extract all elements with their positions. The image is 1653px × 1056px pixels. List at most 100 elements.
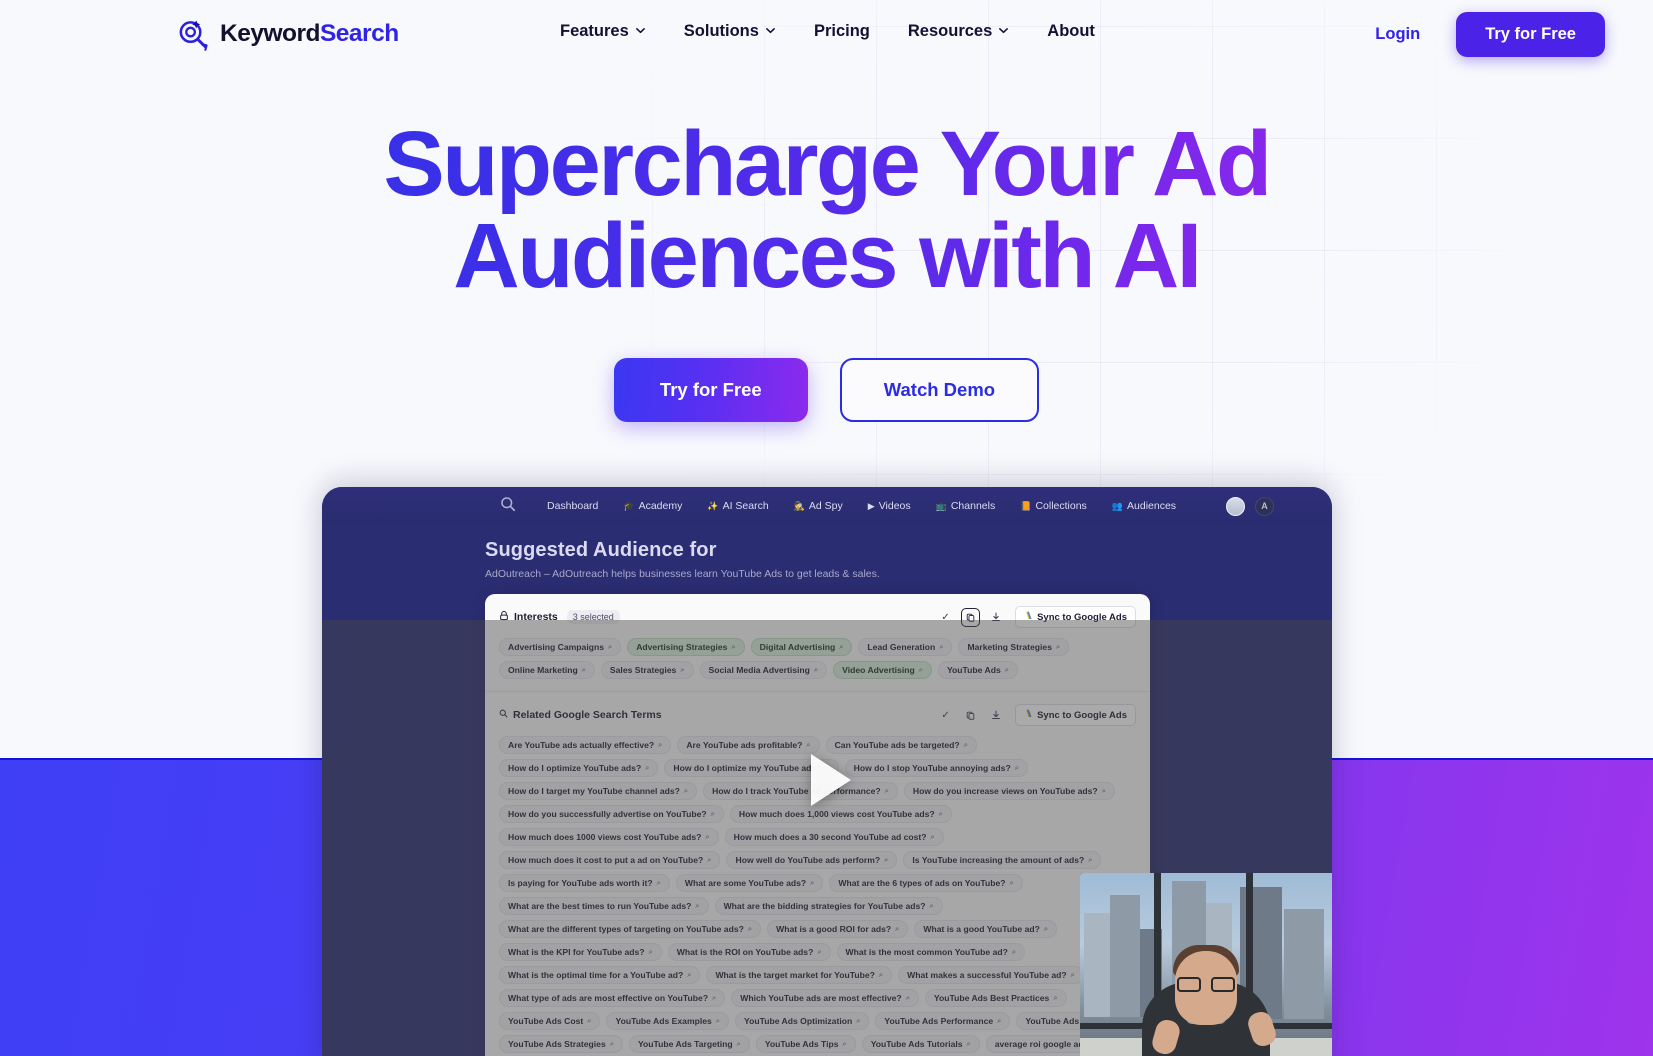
search-term-tag[interactable]: What are the bidding strategies for YouT… — [714, 897, 943, 915]
product-demo-video[interactable]: Dashboard 🎓 Academy ✨ AI Search 🕵 Ad Spy… — [322, 487, 1332, 1056]
search-icon[interactable]: ⌕ — [695, 901, 699, 911]
app-nav-collections[interactable]: 📙 Collections — [1020, 500, 1087, 512]
copy-icon[interactable] — [961, 607, 981, 627]
search-term-tag[interactable]: How do you increase views on YouTube ads… — [903, 782, 1115, 800]
try-for-free-hero-button[interactable]: Try for Free — [613, 358, 808, 422]
search-icon[interactable]: ⌕ — [712, 993, 716, 1003]
search-term-tag[interactable]: YouTube Ads Best Practices ⌕ — [924, 989, 1067, 1007]
search-term-tag[interactable]: YouTube Ads Examples ⌕ — [606, 1012, 729, 1030]
check-icon[interactable]: ✓ — [936, 706, 955, 725]
search-term-tag[interactable]: YouTube Ads Tips ⌕ — [755, 1035, 856, 1053]
search-term-tag[interactable]: YouTube Ads Optimization ⌕ — [735, 1012, 870, 1030]
search-icon[interactable]: ⌕ — [930, 901, 934, 911]
search-icon[interactable]: ⌕ — [687, 970, 691, 980]
search-icon[interactable]: ⌕ — [843, 1039, 847, 1049]
interest-tag[interactable]: Social Media Advertising ⌕ — [699, 661, 828, 679]
search-term-tag[interactable]: What is a good YouTube ad? ⌕ — [914, 920, 1058, 938]
search-term-tag[interactable]: What is the ROI on YouTube ads? ⌕ — [667, 943, 831, 961]
search-icon[interactable]: ⌕ — [885, 786, 889, 796]
search-term-tag[interactable]: Are YouTube ads actually effective? ⌕ — [499, 736, 672, 754]
search-icon[interactable]: ⌕ — [1071, 970, 1075, 980]
app-nav-dashboard[interactable]: Dashboard — [543, 500, 598, 512]
search-icon[interactable]: ⌕ — [707, 855, 711, 865]
interest-tag[interactable]: Digital Advertising ⌕ — [750, 638, 853, 656]
search-term-tag[interactable]: How do I stop YouTube annoying ads? ⌕ — [844, 759, 1028, 777]
brand-logo[interactable]: KeywordSearch — [176, 18, 399, 51]
search-icon[interactable]: ⌕ — [967, 1039, 971, 1049]
search-icon[interactable]: ⌕ — [1056, 642, 1060, 652]
search-icon[interactable]: ⌕ — [608, 642, 612, 652]
nav-item-resources[interactable]: Resources — [908, 22, 1009, 41]
copy-icon[interactable] — [961, 706, 980, 725]
search-icon[interactable]: ⌕ — [839, 642, 843, 652]
search-icon[interactable]: ⌕ — [716, 1016, 720, 1026]
search-icon[interactable]: ⌕ — [884, 855, 888, 865]
interest-tag[interactable]: YouTube Ads ⌕ — [937, 661, 1018, 679]
search-icon[interactable]: ⌕ — [657, 878, 661, 888]
search-icon[interactable]: ⌕ — [1010, 878, 1014, 888]
app-nav-videos[interactable]: ▶ Videos — [868, 500, 911, 512]
download-icon[interactable] — [986, 706, 1005, 725]
search-term-tag[interactable]: YouTube Ads Tutorials ⌕ — [861, 1035, 980, 1053]
search-icon[interactable]: ⌕ — [587, 1016, 591, 1026]
search-term-tag[interactable]: What is the target market for YouTube? ⌕ — [706, 966, 893, 984]
nav-item-pricing[interactable]: Pricing — [814, 22, 870, 41]
search-term-tag[interactable]: YouTube Ads Targeting ⌕ — [628, 1035, 750, 1053]
download-icon[interactable] — [986, 608, 1005, 627]
search-term-tag[interactable]: What are the best times to run YouTube a… — [499, 897, 709, 915]
search-term-tag[interactable]: How do I optimize YouTube ads? ⌕ — [499, 759, 659, 777]
app-nav-channels[interactable]: 📺 Channels — [936, 500, 996, 512]
sync-to-google-ads-button-terms[interactable]: Sync to Google Ads — [1015, 704, 1136, 726]
search-term-tag[interactable]: What is the most common YouTube ad? ⌕ — [836, 943, 1026, 961]
search-icon[interactable]: ⌕ — [931, 832, 935, 842]
watch-demo-button[interactable]: Watch Demo — [839, 358, 1040, 422]
nav-item-features[interactable]: Features — [560, 22, 646, 41]
search-icon[interactable]: ⌕ — [939, 809, 943, 819]
search-icon[interactable]: ⌕ — [680, 665, 684, 675]
search-icon[interactable]: ⌕ — [1015, 763, 1019, 773]
search-icon[interactable]: ⌕ — [1005, 665, 1009, 675]
search-term-tag[interactable]: What are the 6 types of ads on YouTube? ⌕ — [829, 874, 1023, 892]
search-icon[interactable]: ⌕ — [737, 1039, 741, 1049]
search-icon[interactable]: ⌕ — [649, 947, 653, 957]
app-nav-ad-spy[interactable]: 🕵 Ad Spy — [794, 500, 843, 512]
search-term-tag[interactable]: Is YouTube increasing the amount of ads?… — [903, 851, 1102, 869]
nav-item-solutions[interactable]: Solutions — [684, 22, 776, 41]
search-term-tag[interactable]: YouTube Ads Cost ⌕ — [499, 1012, 601, 1030]
search-icon[interactable]: ⌕ — [814, 665, 818, 675]
search-term-tag[interactable]: What is the KPI for YouTube ads? ⌕ — [499, 943, 662, 961]
search-icon[interactable]: ⌕ — [748, 924, 752, 934]
nav-item-about[interactable]: About — [1047, 22, 1095, 41]
search-icon[interactable]: ⌕ — [610, 1039, 614, 1049]
app-nav-audiences[interactable]: 👥 Audiences — [1112, 500, 1176, 512]
search-icon[interactable]: ⌕ — [1088, 855, 1092, 865]
interest-tag[interactable]: Online Marketing ⌕ — [499, 661, 595, 679]
search-term-tag[interactable]: What is a good ROI for ads? ⌕ — [767, 920, 909, 938]
app-nav-academy[interactable]: 🎓 Academy — [623, 500, 682, 512]
search-icon[interactable]: ⌕ — [939, 642, 943, 652]
search-term-tag[interactable]: How much does 1000 views cost YouTube ad… — [499, 828, 719, 846]
search-icon[interactable] — [500, 496, 516, 517]
search-term-tag[interactable]: How do I target my YouTube channel ads? ⌕ — [499, 782, 698, 800]
check-icon[interactable]: ✓ — [936, 608, 955, 627]
interest-tag[interactable]: Sales Strategies ⌕ — [600, 661, 694, 679]
search-term-tag[interactable]: What is the optimal time for a YouTube a… — [499, 966, 701, 984]
play-icon[interactable] — [795, 748, 859, 812]
sync-to-google-ads-button-interests[interactable]: Sync to Google Ads — [1015, 606, 1136, 628]
search-icon[interactable]: ⌕ — [906, 993, 910, 1003]
search-icon[interactable]: ⌕ — [645, 763, 649, 773]
search-icon[interactable]: ⌕ — [582, 665, 586, 675]
interest-tag[interactable]: Advertising Campaigns ⌕ — [499, 638, 622, 656]
search-icon[interactable]: ⌕ — [731, 642, 735, 652]
us-flag-icon[interactable] — [1226, 496, 1245, 516]
search-term-tag[interactable]: What are the different types of targetin… — [499, 920, 762, 938]
search-icon[interactable]: ⌕ — [919, 665, 923, 675]
search-icon[interactable]: ⌕ — [658, 740, 662, 750]
search-icon[interactable]: ⌕ — [1053, 993, 1057, 1003]
search-term-tag[interactable]: How well do YouTube ads perform? ⌕ — [726, 851, 898, 869]
interest-tag[interactable]: Advertising Strategies ⌕ — [627, 638, 745, 656]
search-icon[interactable]: ⌕ — [711, 809, 715, 819]
presenter-video-thumbnail[interactable] — [1080, 873, 1332, 1056]
interest-tag[interactable]: Lead Generation ⌕ — [858, 638, 953, 656]
search-term-tag[interactable]: What makes a successful YouTube ad? ⌕ — [898, 966, 1084, 984]
